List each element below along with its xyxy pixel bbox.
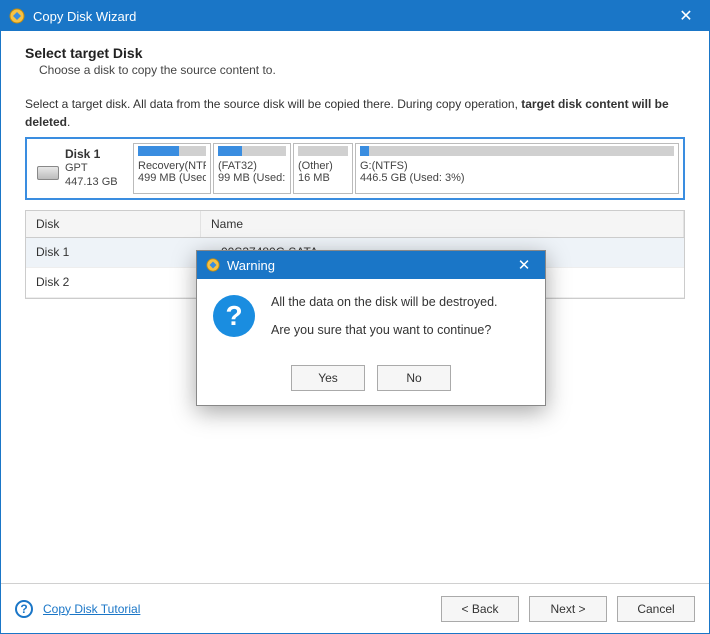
- disk-name: Disk 1: [65, 147, 118, 161]
- partition-name: (FAT32): [218, 160, 286, 172]
- app-icon: [9, 8, 25, 24]
- col-header-disk[interactable]: Disk: [26, 211, 201, 237]
- partition: G:(NTFS) 446.5 GB (Used: 3%): [355, 143, 679, 194]
- partition-name: (Other): [298, 160, 348, 172]
- next-button[interactable]: Next >: [529, 596, 607, 622]
- close-icon[interactable]: ✕: [511, 256, 537, 274]
- dialog-buttons: Yes No: [197, 365, 545, 405]
- dialog-text: All the data on the disk will be destroy…: [271, 295, 529, 351]
- page-heading: Select target Disk: [25, 45, 685, 61]
- col-header-name[interactable]: Name: [201, 211, 684, 237]
- partition: (Other) 16 MB: [293, 143, 353, 194]
- disk-type: GPT: [65, 161, 118, 175]
- disk-icon: [37, 166, 59, 180]
- disk-info: Disk 1 GPT 447.13 GB: [31, 143, 131, 194]
- row-disk: Disk 2: [26, 269, 201, 295]
- partition-size: 16 MB: [298, 172, 348, 184]
- dialog-line1: All the data on the disk will be destroy…: [271, 295, 529, 309]
- instruction-text: Select a target disk. All data from the …: [25, 95, 685, 131]
- warning-dialog: Warning ✕ ? All the data on the disk wil…: [196, 250, 546, 406]
- partition-fill: [360, 146, 369, 156]
- partition: (FAT32) 99 MB (Used: ...): [213, 143, 291, 194]
- partition-fill: [138, 146, 179, 156]
- window-title: Copy Disk Wizard: [33, 9, 671, 24]
- help-icon[interactable]: ?: [15, 600, 33, 618]
- partition-bar: [138, 146, 206, 156]
- dialog-title: Warning: [227, 258, 511, 273]
- disk-size: 447.13 GB: [65, 175, 118, 189]
- back-button[interactable]: < Back: [441, 596, 519, 622]
- partition-size: 99 MB (Used: ...): [218, 172, 286, 184]
- table-header: Disk Name: [26, 211, 684, 238]
- partition-size: 446.5 GB (Used: 3%): [360, 172, 674, 184]
- close-icon[interactable]: ✕: [671, 1, 701, 31]
- cancel-button[interactable]: Cancel: [617, 596, 695, 622]
- partition-bar: [218, 146, 286, 156]
- partition-size: 499 MB (Used: ...): [138, 172, 206, 184]
- partition-bar: [298, 146, 348, 156]
- instruction-prefix: Select a target disk. All data from the …: [25, 97, 521, 111]
- partition-bar: [360, 146, 674, 156]
- partition: Recovery(NTFS) 499 MB (Used: ...): [133, 143, 211, 194]
- help-link[interactable]: Copy Disk Tutorial: [43, 602, 140, 616]
- wizard-window: Copy Disk Wizard ✕ Select target Disk Ch…: [0, 0, 710, 634]
- dialog-body: ? All the data on the disk will be destr…: [197, 279, 545, 365]
- partition-name: Recovery(NTFS): [138, 160, 206, 172]
- app-icon: [205, 257, 221, 273]
- footer: ? Copy Disk Tutorial < Back Next > Cance…: [1, 583, 709, 633]
- disk-label: Disk 1 GPT 447.13 GB: [65, 147, 118, 190]
- row-disk: Disk 1: [26, 239, 201, 265]
- page-subheading: Choose a disk to copy the source content…: [39, 63, 685, 77]
- partition-name: G:(NTFS): [360, 160, 674, 172]
- titlebar: Copy Disk Wizard ✕: [1, 1, 709, 31]
- partition-fill: [218, 146, 242, 156]
- no-button[interactable]: No: [377, 365, 451, 391]
- yes-button[interactable]: Yes: [291, 365, 365, 391]
- dialog-line2: Are you sure that you want to continue?: [271, 323, 529, 337]
- selected-disk-box[interactable]: Disk 1 GPT 447.13 GB Recovery(NTFS) 499 …: [25, 137, 685, 200]
- instruction-suffix: .: [67, 115, 70, 129]
- question-icon: ?: [213, 295, 255, 337]
- dialog-titlebar: Warning ✕: [197, 251, 545, 279]
